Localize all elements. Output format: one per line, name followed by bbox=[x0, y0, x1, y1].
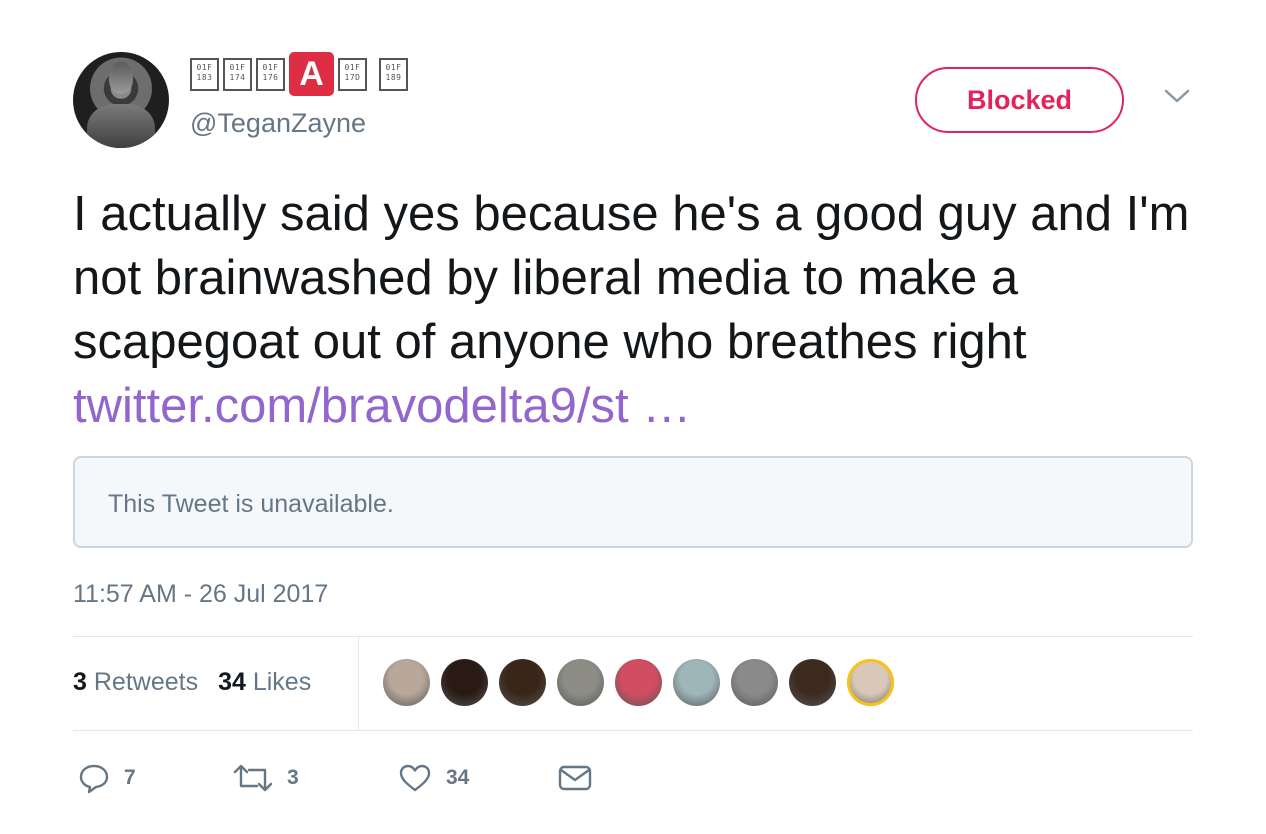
divider bbox=[73, 636, 1193, 637]
retweets-stat-count: 3 bbox=[73, 668, 87, 696]
display-name[interactable]: 01F 183 01F 174 01F 176 A 01F 17D 01F 189 bbox=[190, 52, 408, 96]
liker-avatar[interactable] bbox=[731, 659, 778, 706]
like-button[interactable]: 34 bbox=[398, 756, 469, 800]
missing-glyph-icon: 01F 183 bbox=[190, 57, 219, 91]
likes-stat-count: 34 bbox=[218, 668, 246, 696]
divider bbox=[73, 730, 1193, 731]
tweet-link[interactable]: twitter.com/bravodelta9/st … bbox=[73, 379, 691, 433]
liker-avatar[interactable] bbox=[441, 659, 488, 706]
stats-separator bbox=[358, 637, 359, 730]
direct-message-button[interactable] bbox=[558, 756, 592, 800]
letter-a-badge: A bbox=[289, 52, 334, 96]
missing-glyph-icon: 01F 174 bbox=[223, 57, 252, 91]
tweet-timestamp[interactable]: 11:57 AM - 26 Jul 2017 bbox=[73, 580, 328, 609]
retweet-count: 3 bbox=[287, 766, 299, 789]
envelope-icon bbox=[558, 765, 592, 791]
chevron-down-icon[interactable] bbox=[1163, 86, 1191, 106]
quoted-tweet-card: This Tweet is unavailable. bbox=[73, 456, 1193, 548]
missing-glyph-icon: 01F 17D bbox=[338, 57, 367, 91]
retweet-button[interactable]: 3 bbox=[233, 756, 299, 800]
avatar-torso bbox=[87, 104, 155, 148]
liker-avatars bbox=[383, 659, 894, 706]
user-handle[interactable]: @TeganZayne bbox=[190, 108, 366, 139]
reply-button[interactable]: 7 bbox=[78, 756, 136, 800]
avatar-head bbox=[109, 62, 133, 94]
heart-icon bbox=[399, 764, 431, 792]
user-avatar[interactable] bbox=[73, 52, 169, 148]
retweets-stat-label: Retweets bbox=[93, 668, 199, 696]
liker-avatar[interactable] bbox=[383, 659, 430, 706]
quoted-tweet-unavailable-text: This Tweet is unavailable. bbox=[108, 490, 394, 518]
liker-avatar[interactable] bbox=[499, 659, 546, 706]
likes-stat-label: Likes bbox=[252, 668, 312, 696]
reply-count: 7 bbox=[124, 766, 136, 789]
missing-glyph-icon: 01F 189 bbox=[379, 57, 408, 91]
tweet-body: I actually said yes because he's a good … bbox=[73, 187, 1190, 369]
reply-icon bbox=[79, 764, 109, 794]
liker-avatar[interactable] bbox=[557, 659, 604, 706]
missing-glyph-icon: 01F 176 bbox=[256, 57, 285, 91]
liker-avatar[interactable] bbox=[673, 659, 720, 706]
liker-avatar[interactable] bbox=[847, 659, 894, 706]
blocked-button[interactable]: Blocked bbox=[915, 67, 1124, 133]
tweet-text: I actually said yes because he's a good … bbox=[73, 182, 1203, 438]
retweet-icon bbox=[233, 764, 273, 792]
liker-avatar[interactable] bbox=[789, 659, 836, 706]
tweet-stats: 3 Retweets 34 Likes bbox=[73, 668, 311, 697]
retweets-stat[interactable]: 3 Retweets bbox=[73, 668, 198, 697]
like-count: 34 bbox=[446, 766, 470, 789]
liker-avatar[interactable] bbox=[615, 659, 662, 706]
likes-stat[interactable]: 34 Likes bbox=[218, 668, 311, 697]
